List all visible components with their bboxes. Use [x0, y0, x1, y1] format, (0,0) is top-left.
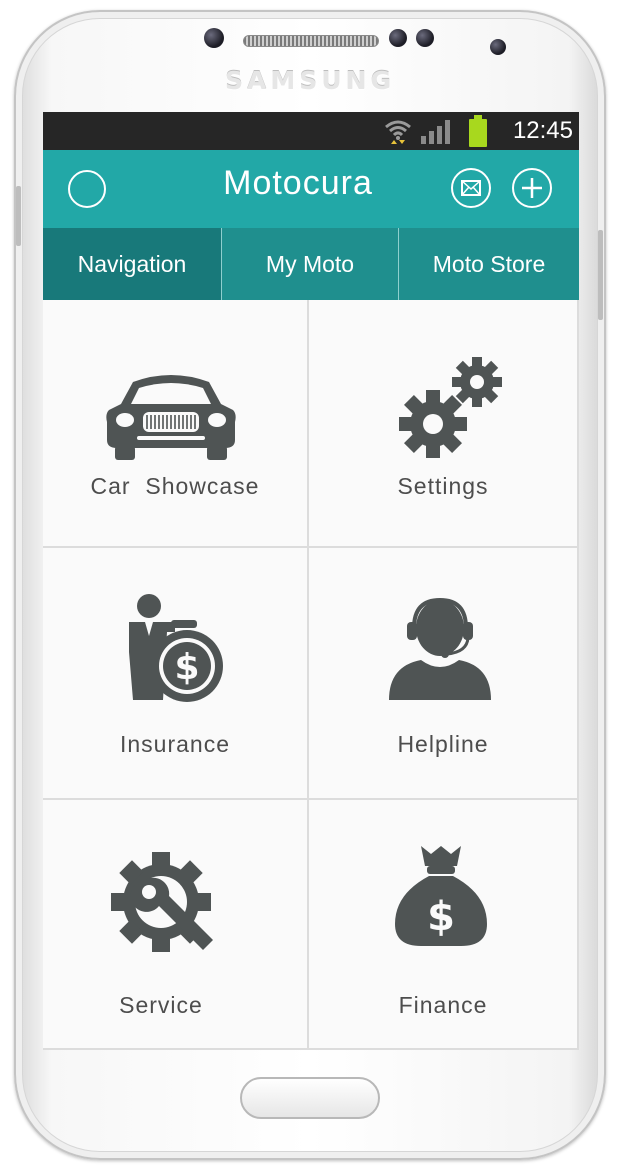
power-key [598, 230, 603, 320]
tile-settings[interactable]: Settings [309, 300, 579, 548]
messages-button[interactable] [451, 168, 491, 208]
tile-label: Helpline [397, 731, 489, 757]
tile-label: Finance [398, 992, 488, 1018]
car-icon [106, 375, 236, 460]
tile-helpline[interactable]: Helpline [309, 548, 579, 800]
tile-finance[interactable]: $ Finance [309, 800, 579, 1050]
svg-text:$: $ [174, 647, 199, 688]
status-bar: 12:45 [43, 112, 579, 150]
battery-icon [469, 115, 487, 147]
gears-icon [399, 357, 502, 458]
tile-label: Service [119, 992, 203, 1018]
svg-text:$: $ [427, 894, 455, 940]
insurance-icon: $ [129, 594, 223, 702]
plus-icon [522, 178, 542, 198]
app-bar: Motocura [43, 150, 579, 228]
sensor-dot [204, 28, 224, 48]
tile-label: Insurance [119, 731, 230, 757]
earpiece-speaker [243, 35, 379, 47]
tab-my-moto[interactable]: My Moto [222, 228, 399, 300]
home-button[interactable] [240, 1077, 380, 1119]
feature-grid: Car Showcase Settings $ Insurance Helpli… [43, 300, 579, 1050]
tile-car-showcase[interactable]: Car Showcase [43, 300, 309, 548]
proximity-sensor [389, 29, 407, 47]
tile-insurance[interactable]: $ Insurance [43, 548, 309, 800]
wrench-gear-icon [111, 852, 213, 952]
tab-moto-store[interactable]: Moto Store [399, 228, 579, 300]
add-button[interactable] [512, 168, 552, 208]
brand-logo: SAMSUNG [225, 66, 395, 95]
tile-label: Settings [397, 473, 489, 499]
screen: 12:45 Motocura Navigation My Moto Moto S… [43, 112, 579, 1050]
headset-agent-icon [389, 597, 491, 700]
status-time: 12:45 [512, 117, 573, 144]
tab-navigation[interactable]: Navigation [43, 228, 222, 300]
tile-label: Car Showcase [90, 473, 260, 499]
tab-bar: Navigation My Moto Moto Store [43, 228, 579, 300]
envelope-icon [461, 180, 481, 196]
wifi-icon [385, 120, 411, 144]
volume-key [16, 186, 21, 246]
light-sensor [416, 29, 434, 47]
signal-icon [421, 120, 450, 144]
money-bag-icon: $ [395, 846, 487, 946]
tile-service[interactable]: Service [43, 800, 309, 1050]
front-camera [490, 39, 506, 55]
